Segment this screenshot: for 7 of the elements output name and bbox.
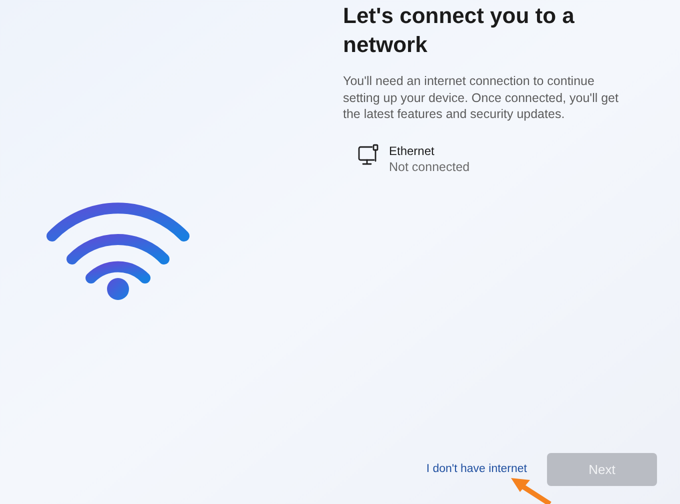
page-heading: Let's connect you to a network [343, 2, 576, 59]
network-item[interactable]: Ethernet Not connected [357, 142, 660, 174]
network-name: Ethernet [389, 142, 436, 158]
no-internet-link[interactable]: I don't have internet [426, 460, 527, 478]
network-status: Not connected [389, 158, 470, 174]
monitor-cable-icon [357, 142, 381, 166]
description-text: You'll need an internet connection to continue setting up your device. Once connected, you'll get the latest features and security updates. [343, 73, 620, 122]
